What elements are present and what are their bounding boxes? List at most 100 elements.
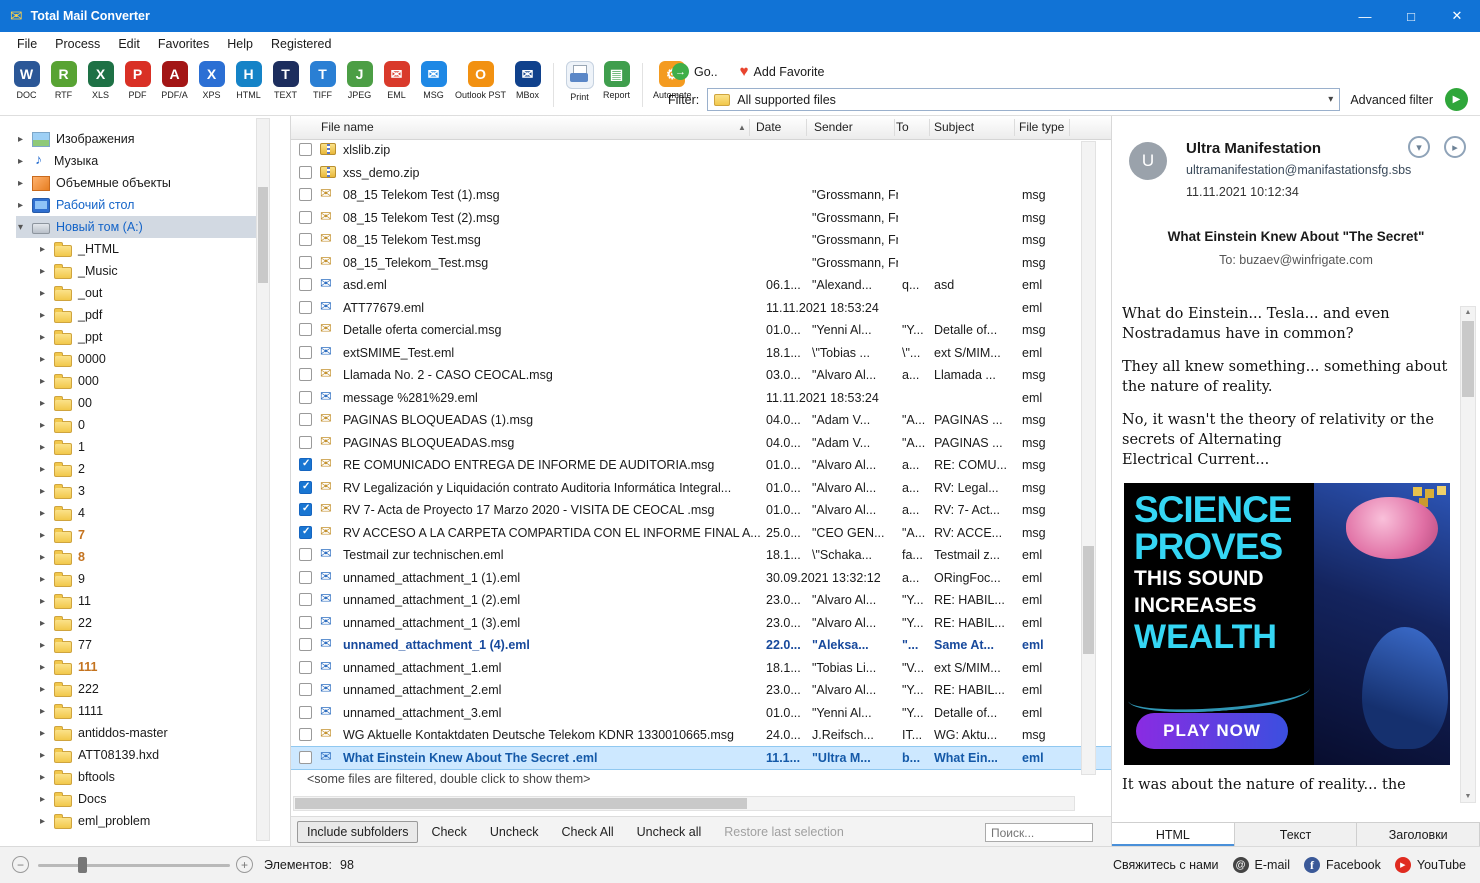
expander-collapsed-icon[interactable]: ▸ [40,288,54,299]
file-row-xlslib-zip[interactable]: xlslib.zip [291,139,1111,162]
tree-item-eml-problem[interactable]: ▸ eml_problem [16,810,258,832]
tree-item-4[interactable]: ▸ 4 [16,502,258,524]
chevron-down-icon[interactable]: ▾ [1328,94,1333,105]
file-row-rv-7-acta-de-proyecto-17-marzo-2020-visita-de-ceocal-msg[interactable]: RV 7- Acta de Proyecto 17 Marzo 2020 - V… [291,499,1111,522]
uncheck-all-button[interactable]: Uncheck all [627,821,712,843]
expander-collapsed-icon[interactable]: ▸ [40,640,54,651]
convert-jpeg-button[interactable]: J JPEG [341,61,378,100]
expander-collapsed-icon[interactable]: ▸ [40,486,54,497]
tree-item-11[interactable]: ▸ 11 [16,590,258,612]
search-input[interactable] [985,823,1093,842]
tree-scrollbar[interactable] [256,118,270,841]
expander-collapsed-icon[interactable]: ▸ [40,354,54,365]
expander-collapsed-icon[interactable]: ▸ [40,332,54,343]
row-checkbox[interactable] [299,570,312,584]
filter-dropdown[interactable]: All supported files ▾ [707,88,1341,111]
tree-item-0000[interactable]: ▸ 0000 [16,348,258,370]
convert-mbox-button[interactable]: ✉ MBox [509,61,546,100]
filtered-files-note[interactable]: <some files are filtered, double click t… [307,772,590,786]
report-button[interactable]: ▤ Report [598,61,635,100]
menu-registered[interactable]: Registered [262,37,340,51]
advanced-filter-link[interactable]: Advanced filter [1350,93,1433,107]
file-row-08-15-telekom-test-msg[interactable]: 08_15 Telekom Test.msg "Grossmann, Fra...… [291,229,1111,252]
expander-collapsed-icon[interactable]: ▸ [40,530,54,541]
expander-collapsed-icon[interactable]: ▸ [40,596,54,607]
play-now-button[interactable]: PLAY NOW [1136,713,1288,749]
row-checkbox[interactable] [299,728,312,741]
file-row-xss-demo-zip[interactable]: xss_demo.zip [291,162,1111,185]
row-checkbox[interactable] [299,435,312,449]
expander-collapsed-icon[interactable]: ▸ [40,310,54,321]
row-checkbox[interactable] [299,750,312,764]
tree-item-22[interactable]: ▸ 22 [16,612,258,634]
tree-item-bftools[interactable]: ▸ bftools [16,766,258,788]
column-header-subject[interactable]: Subject [934,120,974,134]
convert-rtf-button[interactable]: R RTF [45,61,82,100]
file-row-what-einstein-knew-about-the-secret-eml[interactable]: What Einstein Knew About The Secret .eml… [291,745,1111,770]
tree-item-рабочий-стол[interactable]: ▸ Рабочий стол [16,194,258,216]
zoom-slider-thumb[interactable] [78,857,87,873]
file-row-08-15-telekom-test-1-msg[interactable]: 08_15 Telekom Test (1).msg "Grossmann, Fr… [291,184,1111,207]
expander-collapsed-icon[interactable]: ▸ [18,178,32,189]
expander-collapsed-icon[interactable]: ▸ [18,134,32,145]
tree-item-docs[interactable]: ▸ Docs [16,788,258,810]
row-checkbox[interactable] [299,143,312,156]
file-list-horizontal-scrollbar[interactable] [293,796,1075,811]
menu-edit[interactable]: Edit [109,37,149,51]
row-checkbox[interactable] [299,705,312,719]
row-checkbox[interactable] [299,188,312,201]
file-row-paginas-bloqueadas-1-msg[interactable]: PAGINAS BLOQUEADAS (1).msg 04.0... "Adam V… [291,409,1111,432]
tree-item-0[interactable]: ▸ 0 [16,414,258,436]
column-header-sender[interactable]: Sender [814,120,853,134]
menu-process[interactable]: Process [46,37,109,51]
file-row-rv-legalizaci-n-y-liquidaci-n-contrato-auditoria-inform-tica-integral[interactable]: RV Legalización y Liquidación contrato A… [291,477,1111,500]
tree-item-music[interactable]: ▸ _Music [16,260,258,282]
file-row-unnamed-attachment-1-2-eml[interactable]: unnamed_attachment_1 (2).eml 23.0... "Alva… [291,589,1111,612]
file-row-llamada-no-2-caso-ceocal-msg[interactable]: Llamada No. 2 - CASO CEOCAL.msg 03.0... "A… [291,364,1111,387]
expander-expanded-icon[interactable]: ▾ [18,222,32,233]
expander-collapsed-icon[interactable]: ▸ [40,772,54,783]
go-button[interactable]: Go.. [694,65,718,79]
file-list-vertical-scrollbar-thumb[interactable] [1083,546,1094,654]
zoom-out-button[interactable]: − [12,856,29,873]
convert-xps-button[interactable]: X XPS [193,61,230,100]
tree-item-out[interactable]: ▸ _out [16,282,258,304]
tree-item-изображения[interactable]: ▸ Изображения [16,128,258,150]
zoom-in-button[interactable]: + [236,856,253,873]
expander-collapsed-icon[interactable]: ▸ [40,376,54,387]
expander-collapsed-icon[interactable]: ▸ [40,728,54,739]
convert-xls-button[interactable]: X XLS [82,61,119,100]
file-row-rv-acceso-a-la-carpeta-compartida-con-el-informe-final-a[interactable]: RV ACCESO A LA CARPETA COMPARTIDA CON EL… [291,522,1111,545]
convert-msg-button[interactable]: ✉ MSG [415,61,452,100]
tree-item-77[interactable]: ▸ 77 [16,634,258,656]
expander-collapsed-icon[interactable]: ▸ [40,266,54,277]
expander-collapsed-icon[interactable]: ▸ [40,420,54,431]
convert-pdf-button[interactable]: P PDF [119,61,156,100]
file-row-att77679-eml[interactable]: ATT77679.eml 11.11.2021 18:53:24 eml [291,297,1111,320]
expander-collapsed-icon[interactable]: ▸ [40,574,54,585]
youtube-link[interactable]: ▶ YouTube [1394,857,1466,873]
add-favorite-button[interactable]: Add Favorite [754,65,825,79]
tree-item-7[interactable]: ▸ 7 [16,524,258,546]
expander-collapsed-icon[interactable]: ▸ [40,684,54,695]
uncheck-button[interactable]: Uncheck [480,821,549,843]
expander-collapsed-icon[interactable]: ▸ [40,816,54,827]
convert-pst-button[interactable]: O Outlook PST [452,61,509,100]
zoom-slider-track[interactable] [38,864,230,867]
start-conversion-button[interactable]: ▶ [1445,88,1468,111]
tree-item-3[interactable]: ▸ 3 [16,480,258,502]
collapse-header-button[interactable]: ▾ [1408,136,1430,158]
tree-item-00[interactable]: ▸ 00 [16,392,258,414]
expander-collapsed-icon[interactable]: ▸ [18,156,32,167]
column-header-file-type[interactable]: File type [1019,120,1064,134]
file-row-detalle-oferta-comercial-msg[interactable]: Detalle oferta comercial.msg 01.0... "Yenn… [291,319,1111,342]
row-checkbox[interactable] [299,368,312,381]
file-row-08-15-telekom-test-msg[interactable]: 08_15_Telekom_Test.msg "Grossmann, Fra...… [291,252,1111,275]
tree-item-antiddos-master[interactable]: ▸ antiddos-master [16,722,258,744]
row-checkbox[interactable] [299,548,312,561]
tree-item-объемные-объекты[interactable]: ▸ Объемные объекты [16,172,258,194]
convert-tiff-button[interactable]: T TIFF [304,61,341,100]
file-row-re-comunicado-entrega-de-informe-de-auditoria-msg[interactable]: RE COMUNICADO ENTREGA DE INFORME DE AUDI… [291,454,1111,477]
row-checkbox[interactable] [299,345,312,359]
file-row-unnamed-attachment-3-eml[interactable]: unnamed_attachment_3.eml 01.0... "Yenni Al… [291,702,1111,725]
